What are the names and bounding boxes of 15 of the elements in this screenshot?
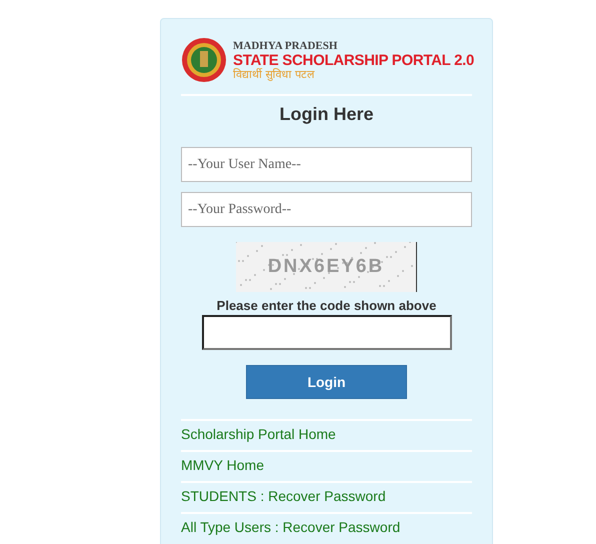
username-field[interactable]: --Your User Name-- bbox=[181, 147, 472, 182]
captcha-image: DNX6EY6B bbox=[236, 242, 417, 292]
logo-title: STATE SCHOLARSHIP PORTAL 2.0 bbox=[233, 52, 474, 68]
portal-link[interactable]: MMVY Home bbox=[181, 457, 264, 473]
portal-link[interactable]: Scholarship Portal Home bbox=[181, 426, 336, 442]
captcha-label: Please enter the code shown above bbox=[216, 298, 436, 313]
emblem-icon bbox=[181, 38, 227, 82]
portal-link[interactable]: STUDENTS : Recover Password bbox=[181, 488, 386, 504]
logo-subtitle: MADHYA PRADESH bbox=[233, 40, 338, 52]
login-heading: Login Here bbox=[279, 104, 374, 125]
login-button[interactable]: Login bbox=[246, 365, 407, 399]
captcha-field[interactable] bbox=[202, 315, 452, 350]
portal-link[interactable]: All Type Users : Recover Password bbox=[181, 519, 400, 535]
logo-tagline: विद्यार्थी सुविधा पटल bbox=[233, 68, 316, 80]
password-field[interactable]: --Your Password-- bbox=[181, 192, 472, 227]
